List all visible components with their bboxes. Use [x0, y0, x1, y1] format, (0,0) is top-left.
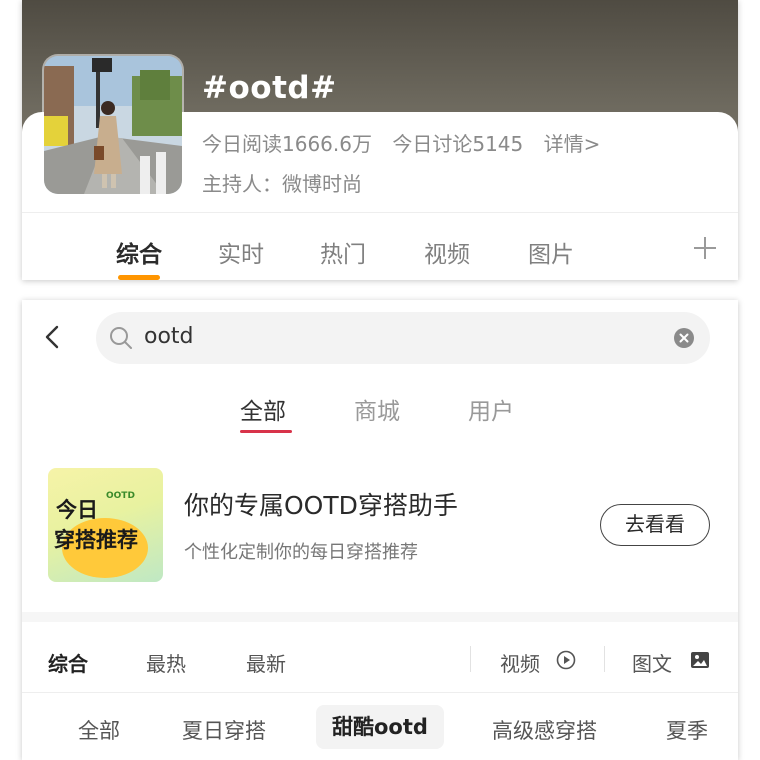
- filter-image-text[interactable]: 图文: [632, 648, 672, 677]
- chip-all[interactable]: 全部: [78, 715, 120, 745]
- weibo-topic-panel: #ootd# 今日阅读1666.6万 今日讨论5145 详情> 主持人：微博时尚…: [22, 0, 738, 280]
- tab-video[interactable]: 视频: [424, 235, 470, 269]
- section-divider: [22, 612, 738, 622]
- active-tab-indicator: [118, 275, 160, 280]
- tab-comprehensive[interactable]: 综合: [116, 235, 162, 269]
- sort-comprehensive[interactable]: 综合: [48, 648, 88, 677]
- play-circle-icon: [556, 650, 576, 670]
- sort-divider: [470, 646, 471, 672]
- details-link[interactable]: 详情>: [544, 132, 601, 156]
- sort-hottest[interactable]: 最热: [146, 648, 186, 677]
- search-bar[interactable]: ootd: [96, 312, 710, 364]
- clear-search-icon[interactable]: [674, 328, 694, 348]
- chip-sweet-cool-ootd[interactable]: 甜酷ootd: [316, 705, 444, 749]
- search-results-panel: ootd 全部 商城 用户 今日 OOTD 穿搭推荐 你的专属OOTD穿搭助手 …: [22, 300, 738, 760]
- topic-cover-image[interactable]: [44, 56, 182, 194]
- promo-subtitle: 个性化定制你的每日穿搭推荐: [184, 542, 418, 563]
- sort-newest[interactable]: 最新: [246, 648, 286, 677]
- chip-premium-outfit[interactable]: 高级感穿搭: [492, 715, 597, 745]
- scope-tab-users[interactable]: 用户: [468, 392, 514, 426]
- plus-icon[interactable]: [694, 237, 716, 259]
- sort-divider-2: [604, 646, 605, 672]
- active-scope-indicator: [240, 430, 292, 433]
- scope-tab-all[interactable]: 全部: [240, 392, 286, 426]
- tab-realtime[interactable]: 实时: [218, 235, 264, 269]
- topic-stats: 今日阅读1666.6万 今日讨论5145 详情>: [202, 128, 614, 157]
- tab-pictures[interactable]: 图片: [528, 235, 574, 269]
- scope-tab-mall[interactable]: 商城: [354, 392, 400, 426]
- promo-thumbnail[interactable]: 今日 OOTD 穿搭推荐: [48, 468, 163, 582]
- go-look-button[interactable]: 去看看: [600, 504, 710, 546]
- search-input[interactable]: ootd: [144, 324, 194, 349]
- promo-image-logo: OOTD: [106, 491, 135, 501]
- promo-title[interactable]: 你的专属OOTD穿搭助手: [184, 486, 458, 522]
- tab-hot[interactable]: 热门: [320, 235, 366, 269]
- back-arrow-icon[interactable]: [38, 322, 68, 352]
- topic-host: 主持人：微博时尚: [202, 172, 362, 196]
- read-count: 今日阅读1666.6万: [202, 132, 372, 156]
- chip-summer-outfit[interactable]: 夏日穿搭: [182, 715, 266, 745]
- promo-image-text-1: 今日: [56, 498, 98, 522]
- picture-icon: [690, 650, 710, 670]
- topic-tab-bar: 综合 实时 热门 视频 图片: [22, 212, 738, 280]
- filter-video[interactable]: 视频: [500, 648, 540, 677]
- search-icon: [108, 325, 134, 351]
- discuss-count: 今日讨论5145: [392, 132, 524, 156]
- filter-divider: [22, 692, 738, 693]
- chip-summer[interactable]: 夏季: [666, 715, 708, 745]
- topic-title: #ootd#: [202, 70, 337, 106]
- promo-image-text-2: 穿搭推荐: [54, 528, 138, 552]
